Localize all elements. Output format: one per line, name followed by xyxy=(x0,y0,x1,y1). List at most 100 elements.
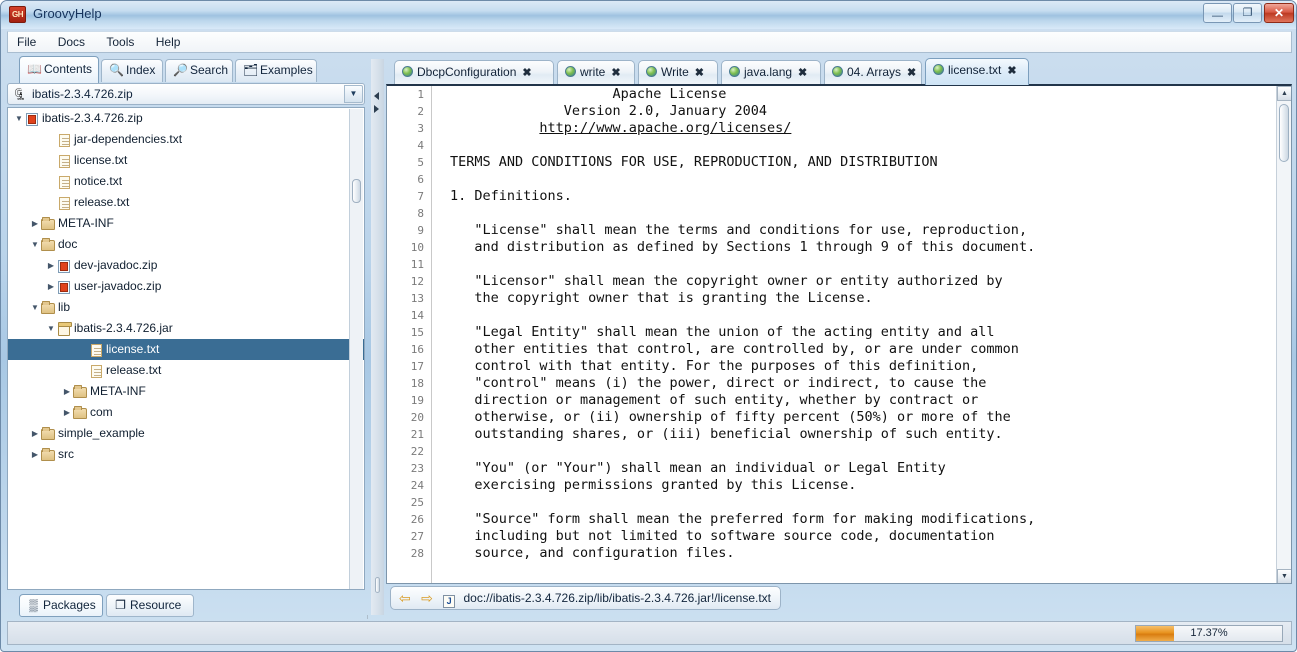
line-number-gutter: 1 2 3 4 5 6 7 8 9 10 11 12 13 14 15 16 17 18 19 20 21 22 23 24 2… xyxy=(387,86,432,583)
line-number: 4 xyxy=(417,139,424,152)
close-button[interactable]: ✕ xyxy=(1264,3,1294,23)
tree-node-label: lib xyxy=(58,300,71,314)
editor-tab[interactable]: java.lang ✖ xyxy=(721,60,821,85)
line-number: 20 xyxy=(410,411,424,424)
tree-node[interactable]: ▶ simple_example xyxy=(8,423,364,444)
tree-node-label: com xyxy=(90,405,113,419)
close-tab-icon[interactable]: ✖ xyxy=(611,67,620,79)
file-tree-vertical-scrollbar[interactable] xyxy=(349,109,363,589)
menu-item-help[interactable]: Help xyxy=(147,32,190,52)
editor-tab[interactable]: Write ✖ xyxy=(638,60,718,85)
examples-icon: 🗂 xyxy=(243,63,259,77)
document-path-bar[interactable]: ⇦ ⇨ J doc://ibatis-2.3.4.726.zip/lib/iba… xyxy=(390,586,781,610)
navigator-tab-contents[interactable]: 📖 Contents xyxy=(19,56,99,83)
editor-tab[interactable]: DbcpConfiguration ✖ xyxy=(394,60,554,85)
tree-node[interactable]: ▼ ibatis-2.3.4.726.jar xyxy=(8,318,364,339)
editor-tab[interactable]: write ✖ xyxy=(557,60,635,85)
folder-icon xyxy=(73,384,87,398)
tree-node[interactable]: license.txt xyxy=(8,150,364,171)
tree-expander-icon[interactable]: ▶ xyxy=(30,423,40,444)
tree-node[interactable]: release.txt xyxy=(8,360,364,381)
editor-tab-label: 04. Arrays xyxy=(847,65,902,79)
tree-node[interactable]: jar-dependencies.txt xyxy=(8,129,364,150)
tree-node-label: ibatis-2.3.4.726.jar xyxy=(74,321,173,335)
tree-expander-icon[interactable]: ▶ xyxy=(46,276,56,297)
magnifier-icon: 🔍 xyxy=(109,63,124,77)
document-line: "License" shall mean the terms and condi… xyxy=(450,222,1028,238)
close-tab-icon[interactable]: ✖ xyxy=(695,67,704,79)
back-icon[interactable]: ⇦ xyxy=(399,590,411,606)
tree-node-label: release.txt xyxy=(74,195,130,209)
tree-node[interactable]: notice.txt xyxy=(8,171,364,192)
folder-icon xyxy=(41,216,55,230)
document-line: Version 2.0, January 2004 xyxy=(450,103,767,119)
tree-node[interactable]: ▶ META-INF xyxy=(8,381,364,402)
tree-node[interactable]: ▶ com xyxy=(8,402,364,423)
tree-node[interactable]: ▼ ibatis-2.3.4.726.zip xyxy=(8,108,364,129)
splitter-grip[interactable] xyxy=(375,577,380,593)
bottom-tab-resource[interactable]: ❐ Resource xyxy=(106,594,194,617)
tree-expander-icon[interactable]: ▼ xyxy=(30,234,40,255)
tree-node[interactable]: ▼ doc xyxy=(8,234,364,255)
scroll-down-icon[interactable]: ▼ xyxy=(1277,569,1291,583)
tree-node-label: ibatis-2.3.4.726.zip xyxy=(42,111,143,125)
document-scroll-thumb[interactable] xyxy=(1279,104,1289,162)
scroll-up-icon[interactable]: ▲ xyxy=(1277,86,1291,101)
navigator-tab-search[interactable]: 🔎 Search xyxy=(165,59,233,82)
close-tab-icon[interactable]: ✖ xyxy=(907,67,916,79)
close-tab-icon[interactable]: ✖ xyxy=(1007,65,1016,77)
tree-expander-icon[interactable]: ▶ xyxy=(30,444,40,465)
folder-icon xyxy=(73,405,87,419)
chevron-down-icon[interactable]: ▼ xyxy=(344,85,363,103)
menu-item-help-label: Help xyxy=(155,35,181,49)
collapse-left-icon[interactable] xyxy=(374,92,379,100)
bottom-tab-packages[interactable]: ▒ Packages xyxy=(19,594,103,617)
tree-node[interactable]: release.txt xyxy=(8,192,364,213)
forward-icon[interactable]: ⇨ xyxy=(421,590,433,606)
document-viewer[interactable]: 1 2 3 4 5 6 7 8 9 10 11 12 13 14 15 16 17 18 19 20 21 22 23 24 2… xyxy=(386,84,1292,584)
document-path-label: doc://ibatis-2.3.4.726.zip/lib/ibatis-2.… xyxy=(463,591,772,605)
maximize-icon: ❐ xyxy=(1242,7,1253,19)
document-line: and distribution as defined by Sections … xyxy=(450,239,1036,255)
collapse-right-icon[interactable] xyxy=(374,105,379,113)
tree-expander-icon[interactable]: ▼ xyxy=(46,318,56,339)
line-number: 8 xyxy=(417,207,424,220)
editor-tab[interactable]: license.txt ✖ xyxy=(925,58,1029,85)
line-number: 5 xyxy=(417,156,424,169)
menu-item-docs[interactable]: Docs xyxy=(49,32,94,52)
maximize-button[interactable]: ❐ xyxy=(1233,3,1262,23)
editor-tab[interactable]: 04. Arrays ✖ xyxy=(824,60,922,85)
tree-node[interactable]: ▶ src xyxy=(8,444,364,465)
minimize-button[interactable]: — xyxy=(1203,3,1232,23)
document-vertical-scrollbar[interactable]: ▲ ▼ xyxy=(1276,86,1291,583)
file-tree-scroll-thumb[interactable] xyxy=(352,179,361,203)
document-line: "Legal Entity" shall mean the union of t… xyxy=(450,324,995,340)
tree-expander-icon[interactable]: ▶ xyxy=(62,402,72,423)
menu-item-tools[interactable]: Tools xyxy=(97,32,143,52)
panel-splitter[interactable] xyxy=(371,59,384,615)
tree-expander-icon[interactable]: ▶ xyxy=(30,213,40,234)
navigator-tab-examples[interactable]: 🗂 Examples xyxy=(235,59,317,82)
tree-node-label: user-javadoc.zip xyxy=(74,279,162,293)
tree-node[interactable]: license.txt xyxy=(8,339,364,360)
text-file-icon xyxy=(58,133,70,147)
tree-node[interactable]: ▶ user-javadoc.zip xyxy=(8,276,364,297)
folder-icon xyxy=(41,426,55,440)
tree-expander-icon[interactable]: ▶ xyxy=(62,381,72,402)
close-tab-icon[interactable]: ✖ xyxy=(522,67,531,79)
navigator-tab-index[interactable]: 🔍 Index xyxy=(101,59,163,82)
tree-expander-icon[interactable]: ▶ xyxy=(46,255,56,276)
tree-node[interactable]: ▶ dev-javadoc.zip xyxy=(8,255,364,276)
tree-expander-icon[interactable]: ▼ xyxy=(30,297,40,318)
line-number: 28 xyxy=(410,547,424,560)
menu-item-file[interactable]: File xyxy=(8,32,45,52)
archive-selector-combobox[interactable]: 🗜 ibatis-2.3.4.726.zip ▼ xyxy=(7,83,365,105)
tree-node[interactable]: ▶ META-INF xyxy=(8,213,364,234)
close-tab-icon[interactable]: ✖ xyxy=(798,67,807,79)
tree-node-label: notice.txt xyxy=(74,174,123,188)
file-tree[interactable]: ▼ ibatis-2.3.4.726.zip jar-dependencies.tx… xyxy=(7,107,365,590)
tree-expander-icon[interactable]: ▼ xyxy=(14,108,24,129)
tree-node[interactable]: ▼ lib xyxy=(8,297,364,318)
document-text[interactable]: Apache License Version 2.0, January 2004… xyxy=(433,86,1275,583)
title-bar: GH GroovyHelp — ❐ ✕ xyxy=(1,1,1296,29)
